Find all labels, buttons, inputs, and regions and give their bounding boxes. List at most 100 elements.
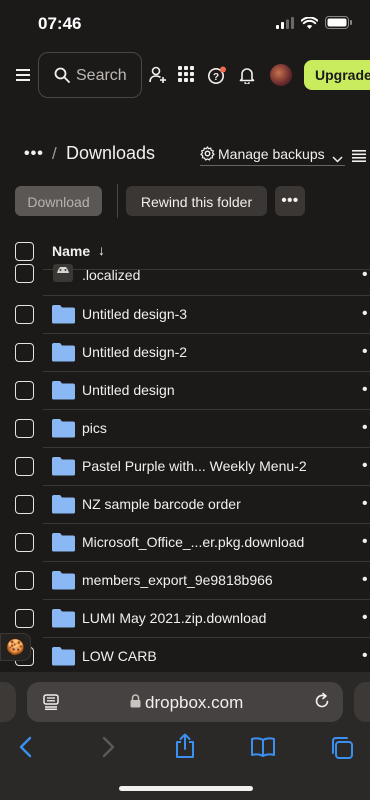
search-icon xyxy=(54,67,70,88)
name-column-header[interactable]: Name xyxy=(52,243,90,259)
folder-icon xyxy=(51,456,76,476)
folder-icon xyxy=(51,304,76,324)
previous-tab-peek[interactable] xyxy=(0,682,16,722)
file-name[interactable]: Untitled design-3 xyxy=(82,306,187,322)
share-icon[interactable] xyxy=(174,733,200,758)
tabs-icon[interactable] xyxy=(330,736,356,760)
avatar[interactable] xyxy=(270,64,292,86)
file-name[interactable]: pics xyxy=(82,420,107,436)
status-time: 07:46 xyxy=(38,14,82,33)
select-all-checkbox[interactable] xyxy=(15,242,34,261)
row-more-button[interactable]: • xyxy=(362,647,368,665)
upgrade-button[interactable]: Upgrade xyxy=(304,60,370,90)
apps-grid-icon[interactable] xyxy=(178,66,196,84)
row-checkbox[interactable] xyxy=(15,457,34,476)
manage-backups-label: Manage backups xyxy=(218,146,325,162)
rewind-folder-button[interactable]: Rewind this folder xyxy=(126,186,267,216)
row-more-button[interactable]: • xyxy=(362,305,368,323)
breadcrumb-more-button[interactable]: ••• xyxy=(24,145,44,163)
file-list: .localized • Untitled design-3 • Untitle… xyxy=(0,264,370,672)
search-box[interactable] xyxy=(38,52,142,98)
status-bar: 07:46 xyxy=(0,0,370,46)
chevron-down-icon xyxy=(332,150,343,168)
table-row[interactable]: LOW CARB • xyxy=(0,638,370,672)
add-user-icon[interactable] xyxy=(149,66,167,84)
file-name[interactable]: Microsoft_Office_...er.pkg.download xyxy=(82,534,304,550)
svg-text:?: ? xyxy=(213,72,219,83)
help-icon[interactable]: ? xyxy=(207,66,226,84)
bell-icon[interactable] xyxy=(238,66,256,86)
folder-icon xyxy=(51,646,76,666)
row-more-button[interactable]: • xyxy=(362,533,368,551)
breadcrumb-separator: / xyxy=(52,144,57,163)
divider xyxy=(117,184,118,218)
menu-icon[interactable] xyxy=(16,68,30,82)
page-title: Downloads xyxy=(66,143,156,163)
action-bar: Download Rewind this folder ••• xyxy=(0,184,370,218)
cookie-settings-button[interactable]: 🍪 xyxy=(0,633,31,661)
table-row[interactable]: members_export_9e9818b966 • xyxy=(0,562,370,600)
row-checkbox[interactable] xyxy=(15,381,34,400)
url-text: dropbox.com xyxy=(145,693,244,712)
search-input[interactable] xyxy=(76,65,136,87)
table-row[interactable]: NZ sample barcode order • xyxy=(0,486,370,524)
file-name[interactable]: Pastel Purple with... Weekly Menu-2 xyxy=(82,458,307,474)
top-bar: ? Upgrade xyxy=(0,52,370,98)
row-more-button[interactable]: • xyxy=(362,609,368,627)
row-checkbox[interactable] xyxy=(15,533,34,552)
download-button[interactable]: Download xyxy=(15,186,102,216)
row-more-button[interactable]: • xyxy=(362,571,368,589)
sort-arrow-icon[interactable]: ↓ xyxy=(98,242,105,258)
row-checkbox[interactable] xyxy=(15,305,34,324)
row-checkbox[interactable] xyxy=(15,419,34,438)
table-row[interactable]: Microsoft_Office_...er.pkg.download • xyxy=(0,524,370,562)
bookmarks-icon[interactable] xyxy=(250,736,276,760)
file-name[interactable]: LOW CARB xyxy=(82,648,157,664)
folder-icon xyxy=(51,494,76,514)
table-row[interactable]: Untitled design-3 • xyxy=(0,296,370,334)
table-row[interactable]: LUMI May 2021.zip.download • xyxy=(0,600,370,638)
row-checkbox[interactable] xyxy=(15,571,34,590)
reload-icon[interactable] xyxy=(313,692,331,715)
home-indicator xyxy=(119,786,253,791)
file-name[interactable]: Untitled design-2 xyxy=(82,344,187,360)
folder-icon xyxy=(51,532,76,552)
wifi-icon xyxy=(300,16,319,34)
gear-icon xyxy=(200,146,215,166)
file-name[interactable]: .localized xyxy=(82,267,140,283)
row-more-button[interactable]: • xyxy=(362,457,368,475)
row-more-button[interactable]: • xyxy=(362,266,368,284)
address-bar[interactable]: dropbox.com xyxy=(27,682,343,722)
list-view-icon[interactable] xyxy=(352,149,366,162)
row-checkbox[interactable] xyxy=(15,264,34,283)
row-more-button[interactable]: • xyxy=(362,419,368,437)
table-row[interactable]: Untitled design • xyxy=(0,372,370,410)
table-row[interactable]: .localized • xyxy=(0,264,370,296)
file-name[interactable]: LUMI May 2021.zip.download xyxy=(82,610,266,626)
row-more-button[interactable]: • xyxy=(362,495,368,513)
page-menu-icon[interactable] xyxy=(43,694,59,715)
table-row[interactable]: pics • xyxy=(0,410,370,448)
folder-icon xyxy=(51,608,76,628)
file-name[interactable]: Untitled design xyxy=(82,382,175,398)
file-name[interactable]: NZ sample barcode order xyxy=(82,496,241,512)
table-row[interactable]: Pastel Purple with... Weekly Menu-2 • xyxy=(0,448,370,486)
table-row[interactable]: Untitled design-2 • xyxy=(0,334,370,372)
row-checkbox[interactable] xyxy=(15,495,34,514)
folder-icon xyxy=(51,342,76,362)
row-more-button[interactable]: • xyxy=(362,343,368,361)
more-actions-button[interactable]: ••• xyxy=(275,186,305,216)
row-checkbox[interactable] xyxy=(15,343,34,362)
signal-icon xyxy=(276,16,294,34)
folder-icon xyxy=(51,570,76,590)
row-more-button[interactable]: • xyxy=(362,381,368,399)
row-checkbox[interactable] xyxy=(15,609,34,628)
lock-icon xyxy=(130,694,141,713)
next-tab-peek[interactable] xyxy=(354,682,370,722)
forward-icon[interactable] xyxy=(100,736,126,760)
back-icon[interactable] xyxy=(18,736,44,760)
file-name[interactable]: members_export_9e9818b966 xyxy=(82,572,273,588)
manage-backups-dropdown[interactable]: Manage backups xyxy=(200,144,345,166)
folder-icon xyxy=(51,418,76,438)
file-icon xyxy=(53,264,73,282)
